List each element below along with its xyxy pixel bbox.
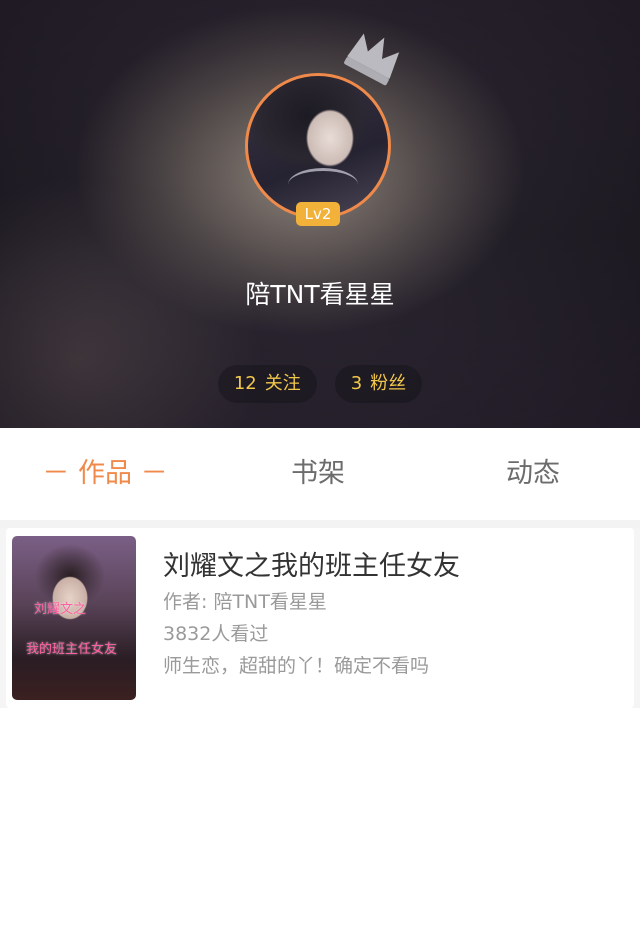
cover-title-line-1: 刘耀文之 xyxy=(34,602,87,617)
profile-header: Lv2 陪TNT看星星 12 关注 3 粉丝 xyxy=(0,0,640,428)
tab-bookshelf[interactable]: 书架 xyxy=(253,428,383,520)
work-summary: 师生恋，超甜的丫！确定不看吗 xyxy=(163,655,430,677)
following-label: 关注 xyxy=(264,373,301,394)
tab-works[interactable]: － 作品 － xyxy=(40,428,170,520)
work-title[interactable]: 刘耀文之我的班主任女友 xyxy=(163,548,624,586)
work-card[interactable]: 刘耀文之 我的班主任女友 刘耀文之我的班主任女友 作者: 陪TNT看星星 383… xyxy=(6,528,634,708)
avatar-container[interactable] xyxy=(245,73,391,219)
work-author: 作者: 陪TNT看星星 xyxy=(163,591,327,613)
following-count: 12 xyxy=(233,373,257,394)
works-list: 刘耀文之 我的班主任女友 刘耀文之我的班主任女友 作者: 陪TNT看星星 383… xyxy=(0,528,640,708)
level-badge: Lv2 xyxy=(296,202,340,226)
avatar-collar-detail xyxy=(288,168,358,201)
avatar[interactable] xyxy=(245,73,391,219)
fans-count: 3 xyxy=(350,373,363,394)
work-cover-image[interactable]: 刘耀文之 我的班主任女友 xyxy=(12,536,136,700)
work-info: 刘耀文之我的班主任女友 作者: 陪TNT看星星 3832人看过 师生恋，超甜的丫… xyxy=(163,548,624,682)
empty-area xyxy=(0,708,640,948)
profile-stats: 12 关注 3 粉丝 xyxy=(0,365,640,403)
profile-tabs: － 作品 － 书架 动态 xyxy=(0,428,640,520)
following-button[interactable]: 12 关注 xyxy=(217,365,317,403)
cover-title-line-2: 我的班主任女友 xyxy=(26,642,118,657)
fans-label: 粉丝 xyxy=(370,373,407,394)
crown-icon xyxy=(344,33,400,86)
work-view-count: 3832人看过 xyxy=(163,623,269,645)
section-divider xyxy=(0,520,640,528)
fans-button[interactable]: 3 粉丝 xyxy=(334,365,423,403)
profile-username: 陪TNT看星星 xyxy=(245,280,395,309)
tab-activity[interactable]: 动态 xyxy=(468,428,598,520)
